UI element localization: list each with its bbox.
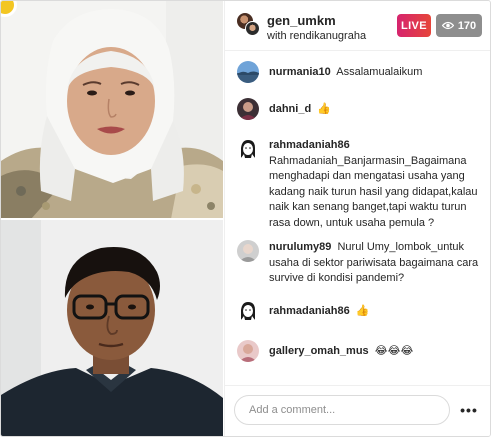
host-avatar[interactable] (237, 13, 260, 36)
comment-username[interactable]: dahni_d (269, 103, 311, 115)
landscape-avatar-icon (237, 61, 259, 83)
avatar[interactable] (237, 300, 259, 322)
comment-item: nurulumy89 Nurul Umy_lombok_untuk usaha … (225, 238, 490, 298)
more-options-button[interactable]: ••• (457, 398, 481, 422)
comment-text: nurmania10 Assalamualaikum (269, 65, 489, 81)
comment-item: dahni_d 👍 (225, 96, 490, 122)
avatar[interactable] (237, 61, 259, 83)
comment-body: Assalamualaikum (336, 66, 423, 78)
comment-input[interactable] (234, 395, 450, 425)
live-badge: LIVE (397, 14, 431, 37)
live-header: gen_umkm with rendikanugraha LIVE 170 (225, 1, 490, 51)
person-avatar-icon (237, 240, 259, 262)
sketch-avatar-icon (237, 300, 259, 322)
comment-username[interactable]: gallery_omah_mus (269, 345, 369, 357)
eye-icon (441, 21, 454, 30)
avatar[interactable] (237, 98, 259, 120)
host-username[interactable]: gen_umkm (267, 13, 336, 28)
avatar[interactable] (237, 240, 259, 262)
guest-video-feed[interactable] (1, 220, 223, 436)
viewer-count: 170 (457, 19, 477, 32)
guest-video-image (1, 220, 223, 436)
person-avatar-icon (237, 340, 259, 362)
comment-username[interactable]: nurulumy89 (269, 241, 331, 253)
avatar[interactable] (237, 138, 259, 160)
comment-item: nurmania10 Assalamualaikum (225, 60, 490, 84)
viewer-count-badge[interactable]: 170 (436, 14, 482, 37)
host-video-feed[interactable] (1, 1, 223, 219)
host-with-label: with rendikanugraha (267, 30, 367, 42)
comment-composer: ••• (225, 385, 490, 436)
live-stream-window: gen_umkm with rendikanugraha LIVE 170 nu… (0, 0, 491, 437)
comment-body: Rahmadaniah_Banjarmasin_Bagaimana mengha… (269, 154, 478, 229)
sketch-avatar-icon (237, 138, 259, 160)
comment-text: nurulumy89 Nurul Umy_lombok_untuk usaha … (269, 240, 489, 287)
comment-text: rahmadaniah86 👍 (269, 304, 489, 320)
comment-body: 😂😂😂 (374, 345, 414, 357)
comment-username[interactable]: rahmadaniah86 (269, 139, 350, 151)
comment-body: 👍 (355, 305, 370, 317)
comment-list: nurmania10 Assalamualaikum dahni_d 👍 rah… (225, 52, 490, 382)
live-chat-panel: gen_umkm with rendikanugraha LIVE 170 nu… (224, 1, 490, 436)
comment-item: rahmadaniah86 Rahmadaniah_Banjarmasin_Ba… (225, 136, 490, 231)
comment-item: gallery_omah_mus 😂😂😂 (225, 338, 490, 364)
host-avatar-guest (245, 21, 260, 36)
comment-text: dahni_d 👍 (269, 102, 489, 118)
comment-username[interactable]: nurmania10 (269, 66, 331, 78)
video-column (1, 1, 223, 436)
avatar[interactable] (237, 340, 259, 362)
comment-text: gallery_omah_mus 😂😂😂 (269, 344, 489, 360)
comment-username[interactable]: rahmadaniah86 (269, 305, 350, 317)
comment-text: rahmadaniah86 Rahmadaniah_Banjarmasin_Ba… (269, 138, 489, 231)
comment-body: 👍 (317, 103, 331, 115)
host-video-image (1, 1, 223, 219)
comment-item: rahmadaniah86 👍 (225, 298, 490, 324)
person-avatar-icon (237, 98, 259, 120)
